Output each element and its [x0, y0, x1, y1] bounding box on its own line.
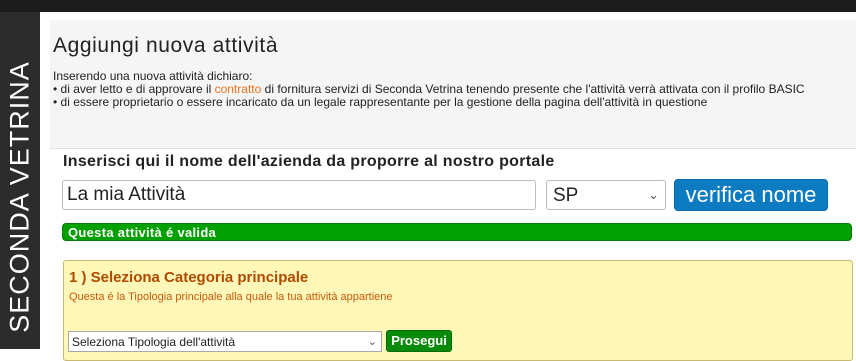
category-title: 1 ) Seleziona Categoria principale: [69, 269, 309, 286]
brand-sidebar: SECONDA VETRINA: [0, 12, 40, 349]
verify-name-button[interactable]: verifica nome: [674, 179, 828, 211]
company-name-input[interactable]: [62, 180, 536, 210]
valid-status-text: Questa attività é valida: [68, 225, 217, 240]
company-name-heading: Inserisci qui il nome dell'azienda da pr…: [63, 153, 555, 170]
chevron-down-icon: ⌄: [367, 336, 377, 348]
contract-link[interactable]: contratto: [215, 82, 262, 96]
province-select[interactable]: SP ⌄: [546, 180, 666, 210]
category-select-value: Seleziona Tipologia dell'attività: [72, 335, 236, 349]
brand-label: SECONDA VETRINA: [4, 61, 35, 333]
intro-line-2-post: di fornitura servizi di Seconda Vetrina …: [261, 82, 805, 96]
valid-status-bar: Questa attività é valida: [62, 223, 852, 241]
intro-line-2-pre: • di aver letto e di approvare il: [53, 82, 215, 96]
main-content: Aggiungi nuova attività Inserendo una nu…: [40, 12, 856, 361]
chevron-down-icon: ⌄: [648, 187, 659, 202]
category-subtitle: Questa é la Tipologia principale alla qu…: [69, 291, 393, 303]
intro-line-3: • di essere proprietario o essere incari…: [53, 95, 708, 109]
category-panel: 1 ) Seleziona Categoria principale Quest…: [63, 260, 853, 361]
intro-text: Inserendo una nuova attività dichiaro: •…: [53, 70, 833, 109]
province-value: SP: [553, 185, 579, 206]
top-bar: [0, 0, 856, 12]
page-title: Aggiungi nuova attività: [53, 34, 279, 57]
